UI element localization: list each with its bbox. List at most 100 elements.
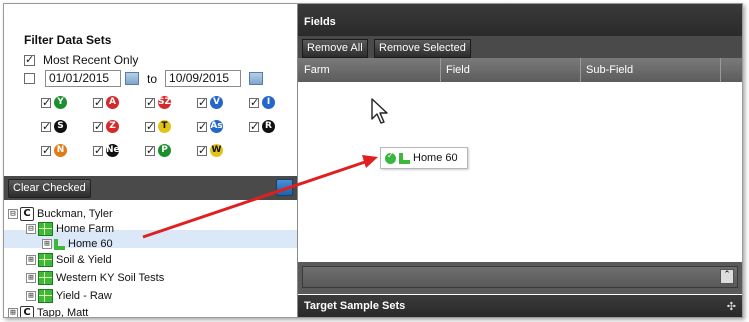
expand-icon[interactable]: ⊞ [42,239,52,249]
route-filter-item[interactable]: R [249,120,275,133]
route-checkbox[interactable] [197,144,207,157]
route-checkbox[interactable] [197,96,207,109]
route-filter-item[interactable]: S [41,120,67,133]
route-checkbox[interactable] [249,120,259,133]
tree-node-customer[interactable]: ⊟ C Buckman, Tyler [8,206,113,222]
column-header-sub-field[interactable]: Sub-Field [586,64,633,76]
date-from-input[interactable]: 01/01/2015 [45,70,121,87]
app-window: Filter Data Sets Most Recent Only 01/01/… [3,3,743,318]
route-filter-item[interactable]: T [145,120,171,133]
route-checkbox[interactable] [41,96,51,109]
tree-node-farm[interactable]: ⊞ Yield - Raw [26,288,112,304]
route-checkbox[interactable] [93,144,103,157]
fields-grid-header: Farm Field Sub-Field [298,58,742,83]
route-filter-item[interactable]: As [197,120,223,133]
tree-toolbar: Clear Checked [4,176,297,200]
route-filter-item[interactable]: A [93,96,119,109]
remove-selected-button[interactable]: Remove Selected [374,39,471,58]
drag-item[interactable]: Home 60 [380,147,468,169]
field-icon [399,152,410,164]
mouse-pointer-icon [371,98,388,124]
route-bullet-icon: P [158,144,171,157]
route-bullet-icon: V [210,96,223,109]
fields-footer: ⌃ [298,262,742,294]
route-checkbox[interactable] [145,120,155,133]
expand-icon[interactable]: ⊞ [8,308,18,317]
most-recent-checkbox[interactable] [24,53,35,66]
route-bullet-icon: Ne [106,144,120,157]
farm-icon [38,253,53,267]
tree-node-farm[interactable]: ⊞ Soil & Yield [26,252,112,268]
fields-header: Fields [298,4,742,36]
check-circle-icon [385,151,396,164]
farm-icon [38,271,53,285]
route-filter-item[interactable]: V [197,96,223,109]
filter-panel: Filter Data Sets Most Recent Only 01/01/… [4,4,298,317]
collapse-up-icon[interactable]: ⌃ [720,269,734,284]
date-to-input[interactable]: 10/09/2015 [165,70,242,87]
route-checkbox[interactable] [145,96,155,109]
remove-all-button[interactable]: Remove All [302,39,368,58]
collapse-icon[interactable]: ⊟ [26,224,36,234]
most-recent-row[interactable]: Most Recent Only [24,53,138,67]
route-bullet-icon: S [54,120,67,133]
info-icon[interactable] [276,179,293,196]
route-filter-item[interactable]: I [249,96,275,109]
date-to-label: to [147,71,158,86]
route-filter-item[interactable]: Z [93,120,119,133]
collapse-icon[interactable]: ⊟ [8,209,18,219]
fields-footer-bar [302,266,738,288]
route-checkbox[interactable] [41,120,51,133]
fields-grid-body[interactable] [298,82,742,262]
most-recent-label: Most Recent Only [43,53,139,67]
route-checkbox[interactable] [41,144,51,157]
route-bullet-icon: A [106,96,119,109]
route-filter-item[interactable]: W [197,144,223,157]
route-filter-item[interactable]: Ne [93,144,120,157]
tree-node-customer[interactable]: ⊞ C Tapp, Matt [8,305,88,317]
fields-title: Fields [304,16,336,28]
farm-icon [38,222,53,236]
route-bullet-icon: I [262,96,275,109]
expand-icon[interactable]: ⊞ [26,273,36,283]
route-filter-item[interactable]: Y [41,96,67,109]
column-header-farm[interactable]: Farm [304,64,330,76]
route-bullet-icon: As [210,120,223,133]
route-checkbox[interactable] [197,120,207,133]
target-sample-sets-title: Target Sample Sets [304,300,406,312]
route-bullet-icon: Z [106,120,119,133]
route-checkbox[interactable] [145,144,155,157]
clear-checked-button[interactable]: Clear Checked [8,179,91,198]
route-filter-item[interactable]: SZ [145,96,171,109]
route-checkbox[interactable] [93,120,103,133]
fields-panel: Fields Remove All Remove Selected Farm F… [298,4,742,317]
target-sample-sets-header[interactable]: Target Sample Sets ✣ [298,295,742,317]
field-icon [54,238,65,250]
route-filter-item[interactable]: P [145,144,171,157]
column-divider [720,58,721,82]
column-header-field[interactable]: Field [446,64,470,76]
drag-item-label: Home 60 [413,152,458,164]
tree-node-farm[interactable]: ⊟ Home Farm [26,221,114,237]
expand-icon[interactable]: ⊞ [26,255,36,265]
column-divider [580,58,581,82]
filter-title: Filter Data Sets [24,33,112,47]
farm-icon [38,289,53,303]
route-checkbox[interactable] [249,96,259,109]
calendar-icon[interactable] [249,72,264,85]
route-bullet-icon: R [262,120,275,133]
route-checkbox[interactable] [93,96,103,109]
route-filter-item[interactable]: N [41,144,67,157]
route-bullet-icon: Y [54,96,67,109]
fields-toolbar: Remove All Remove Selected [298,36,742,58]
calendar-icon[interactable] [125,72,139,85]
expand-icon[interactable]: ⊞ [26,291,36,301]
route-bullet-icon: N [54,144,67,157]
tree-node-farm[interactable]: ⊞ Western KY Soil Tests [26,270,164,286]
date-range-checkbox[interactable] [24,73,35,84]
customer-icon: C [20,207,34,221]
tree-node-field[interactable]: ⊞ Home 60 [42,236,113,252]
route-bullet-icon: W [210,144,223,157]
move-icon[interactable]: ✣ [727,300,736,313]
route-bullet-icon: T [158,120,171,133]
